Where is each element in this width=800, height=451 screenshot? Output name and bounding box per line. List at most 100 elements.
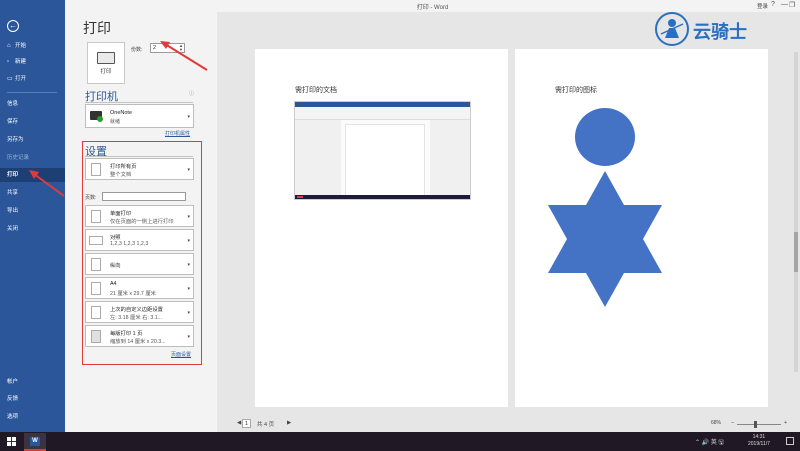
- page-count: 共 4 页: [257, 422, 275, 428]
- paper-size-dropdown[interactable]: A4 21 厘米 x 29.7 厘米 ▾: [85, 277, 194, 299]
- circle-shape: [575, 108, 635, 166]
- next-page-icon[interactable]: ▶: [287, 420, 291, 426]
- back-arrow-icon[interactable]: ←: [7, 20, 19, 32]
- sides-dropdown[interactable]: 单面打印 仅在页面的一侧上进行打印 ▾: [85, 205, 194, 227]
- zoom-slider[interactable]: [737, 424, 781, 425]
- sidebar-item-history[interactable]: 历史记录: [0, 151, 65, 165]
- printer-status: 就绪: [110, 119, 121, 125]
- watermark-text: 云骑士: [693, 22, 747, 43]
- prev-page-icon[interactable]: ◀: [237, 420, 241, 426]
- word-taskbar-button[interactable]: W: [24, 433, 46, 451]
- sidebar-item-options[interactable]: 选项: [0, 410, 65, 424]
- chevron-down-icon: ▾: [187, 238, 190, 244]
- print-panel: 打印 打印 份数: 2 ▲ ▼ 打印机 ⓘ OneNote 就绪 ▾ 打印机属性 …: [65, 12, 217, 432]
- sidebar-divider: [7, 92, 57, 93]
- sidebar-item-close[interactable]: 关闭: [0, 222, 65, 236]
- pages-per-sheet-dropdown[interactable]: 每版打印 1 页 缩放到 14 厘米 x 20.3... ▾: [85, 325, 194, 347]
- system-tray[interactable]: ⌃ 🔊 英 🖫: [695, 437, 724, 448]
- setting-primary: A4: [110, 281, 117, 287]
- title-bar: 打印 - Word 登录 ? — ❐: [65, 0, 800, 12]
- notification-icon[interactable]: [786, 437, 794, 445]
- printer-name: OneNote: [110, 110, 133, 116]
- sidebar-item-share[interactable]: 共享: [0, 186, 65, 200]
- setting-secondary: 仅在页面的一侧上进行打印: [110, 219, 174, 225]
- preview-page-1: 需打印的文档: [255, 49, 508, 407]
- screenshot-taskbar: [295, 195, 470, 199]
- sidebar-item-open[interactable]: ▭ 打开: [0, 72, 65, 86]
- chevron-down-icon: ▾: [187, 286, 190, 292]
- zoom-out-icon[interactable]: −: [731, 420, 734, 426]
- setting-secondary: 整个文档: [110, 172, 132, 178]
- zoom-slider-thumb[interactable]: [754, 421, 757, 428]
- sidebar-item-export[interactable]: 导出: [0, 204, 65, 218]
- margins-dropdown[interactable]: 上次的自定义边距设置 左: 3.18 厘米 右: 3.1... ▾: [85, 301, 194, 323]
- print-button-label: 打印: [100, 69, 112, 75]
- vertical-scrollbar[interactable]: [794, 52, 798, 372]
- sidebar-item-label: 打开: [15, 76, 27, 82]
- setting-secondary: 缩放到 14 厘米 x 20.3...: [110, 339, 166, 345]
- current-page-field[interactable]: 1: [242, 419, 251, 428]
- chevron-down-icon: ▾: [187, 334, 190, 340]
- scrollbar-thumb[interactable]: [794, 232, 798, 272]
- pages-field[interactable]: [102, 192, 186, 201]
- sidebar-item-home[interactable]: ⌂ 开始: [0, 39, 65, 53]
- print-range-dropdown[interactable]: 打印所有页 整个文档 ▾: [85, 158, 194, 180]
- screenshot-task-indicator: [297, 196, 303, 198]
- printer-properties-link[interactable]: 打印机属性: [165, 130, 190, 137]
- portrait-icon: [91, 258, 101, 271]
- backstage-sidebar: ← ⌂ 开始 ▫ 新建 ▭ 打开 信息 保存 另存为 历史记录 打印 共享 导出 关闭…: [0, 0, 65, 432]
- chevron-down-icon: ▾: [187, 214, 190, 220]
- setting-primary: 打印所有页: [110, 164, 137, 170]
- print-button[interactable]: 打印: [87, 42, 125, 84]
- spin-arrows-icon[interactable]: ▲ ▼: [179, 44, 183, 52]
- info-icon[interactable]: ⓘ: [189, 90, 194, 97]
- sidebar-item-new[interactable]: ▫ 新建: [0, 55, 65, 69]
- setting-secondary: 21 厘米 x 29.7 厘米: [110, 291, 156, 297]
- copies-value: 2: [153, 45, 157, 51]
- open-folder-icon: ▭: [7, 76, 13, 82]
- margins-icon: [91, 306, 101, 319]
- setting-secondary: 左: 3.18 厘米 右: 3.1...: [110, 315, 163, 321]
- sidebar-item-info[interactable]: 信息: [0, 97, 65, 111]
- sidebar-item-save[interactable]: 保存: [0, 115, 65, 129]
- maximize-icon[interactable]: ❐: [789, 1, 795, 9]
- sidebar-item-save-as[interactable]: 另存为: [0, 133, 65, 147]
- chevron-down-icon: ▾: [187, 310, 190, 316]
- help-icon[interactable]: ?: [771, 1, 775, 8]
- setting-primary: 每版打印 1 页: [110, 331, 143, 337]
- sidebar-item-print[interactable]: 打印: [0, 168, 65, 182]
- copies-stepper[interactable]: 2 ▲ ▼: [150, 43, 185, 53]
- ready-check-icon: [97, 116, 103, 122]
- section-divider: [85, 156, 193, 157]
- zoom-in-icon[interactable]: +: [784, 420, 787, 426]
- sidebar-item-feedback[interactable]: 反馈: [0, 392, 65, 406]
- orientation-dropdown[interactable]: 纵向 ▾: [85, 253, 194, 275]
- home-icon: ⌂: [7, 43, 11, 49]
- clock-date: 2019/11/7: [748, 441, 770, 447]
- embedded-screenshot: [294, 101, 471, 200]
- printer-dropdown[interactable]: OneNote 就绪 ▾: [85, 104, 194, 128]
- knight-glyph: [660, 19, 684, 38]
- zoom-level[interactable]: 68%: [711, 420, 721, 426]
- sidebar-item-account[interactable]: 帐户: [0, 375, 65, 389]
- collate-dropdown[interactable]: 对照 1,2,3 1,2,3 1,2,3 ▾: [85, 229, 194, 251]
- chevron-down-icon: ▾: [187, 167, 190, 173]
- screenshot-right-pane: [430, 120, 470, 198]
- pages-per-sheet-icon: [91, 330, 101, 343]
- star-shape: [548, 171, 662, 307]
- knight-logo-icon: [655, 12, 689, 46]
- setting-secondary: 1,2,3 1,2,3 1,2,3: [110, 241, 149, 247]
- setting-primary: 纵向: [110, 263, 121, 269]
- screenshot-ribbon: [295, 107, 470, 120]
- one-sided-icon: [91, 210, 101, 223]
- minimize-icon[interactable]: —: [781, 1, 788, 8]
- copies-label: 份数:: [131, 47, 143, 53]
- page-title: 打印: [83, 20, 111, 36]
- clock-time: 14:31: [752, 434, 766, 440]
- word-app-icon: W: [30, 437, 40, 446]
- clock[interactable]: 14:31 2019/11/7: [748, 434, 770, 448]
- setting-primary: 上次的自定义边距设置: [110, 307, 163, 313]
- windows-start-icon[interactable]: [7, 437, 16, 446]
- page-setup-link[interactable]: 页面设置: [171, 351, 191, 358]
- sign-in-link[interactable]: 登录: [757, 2, 768, 10]
